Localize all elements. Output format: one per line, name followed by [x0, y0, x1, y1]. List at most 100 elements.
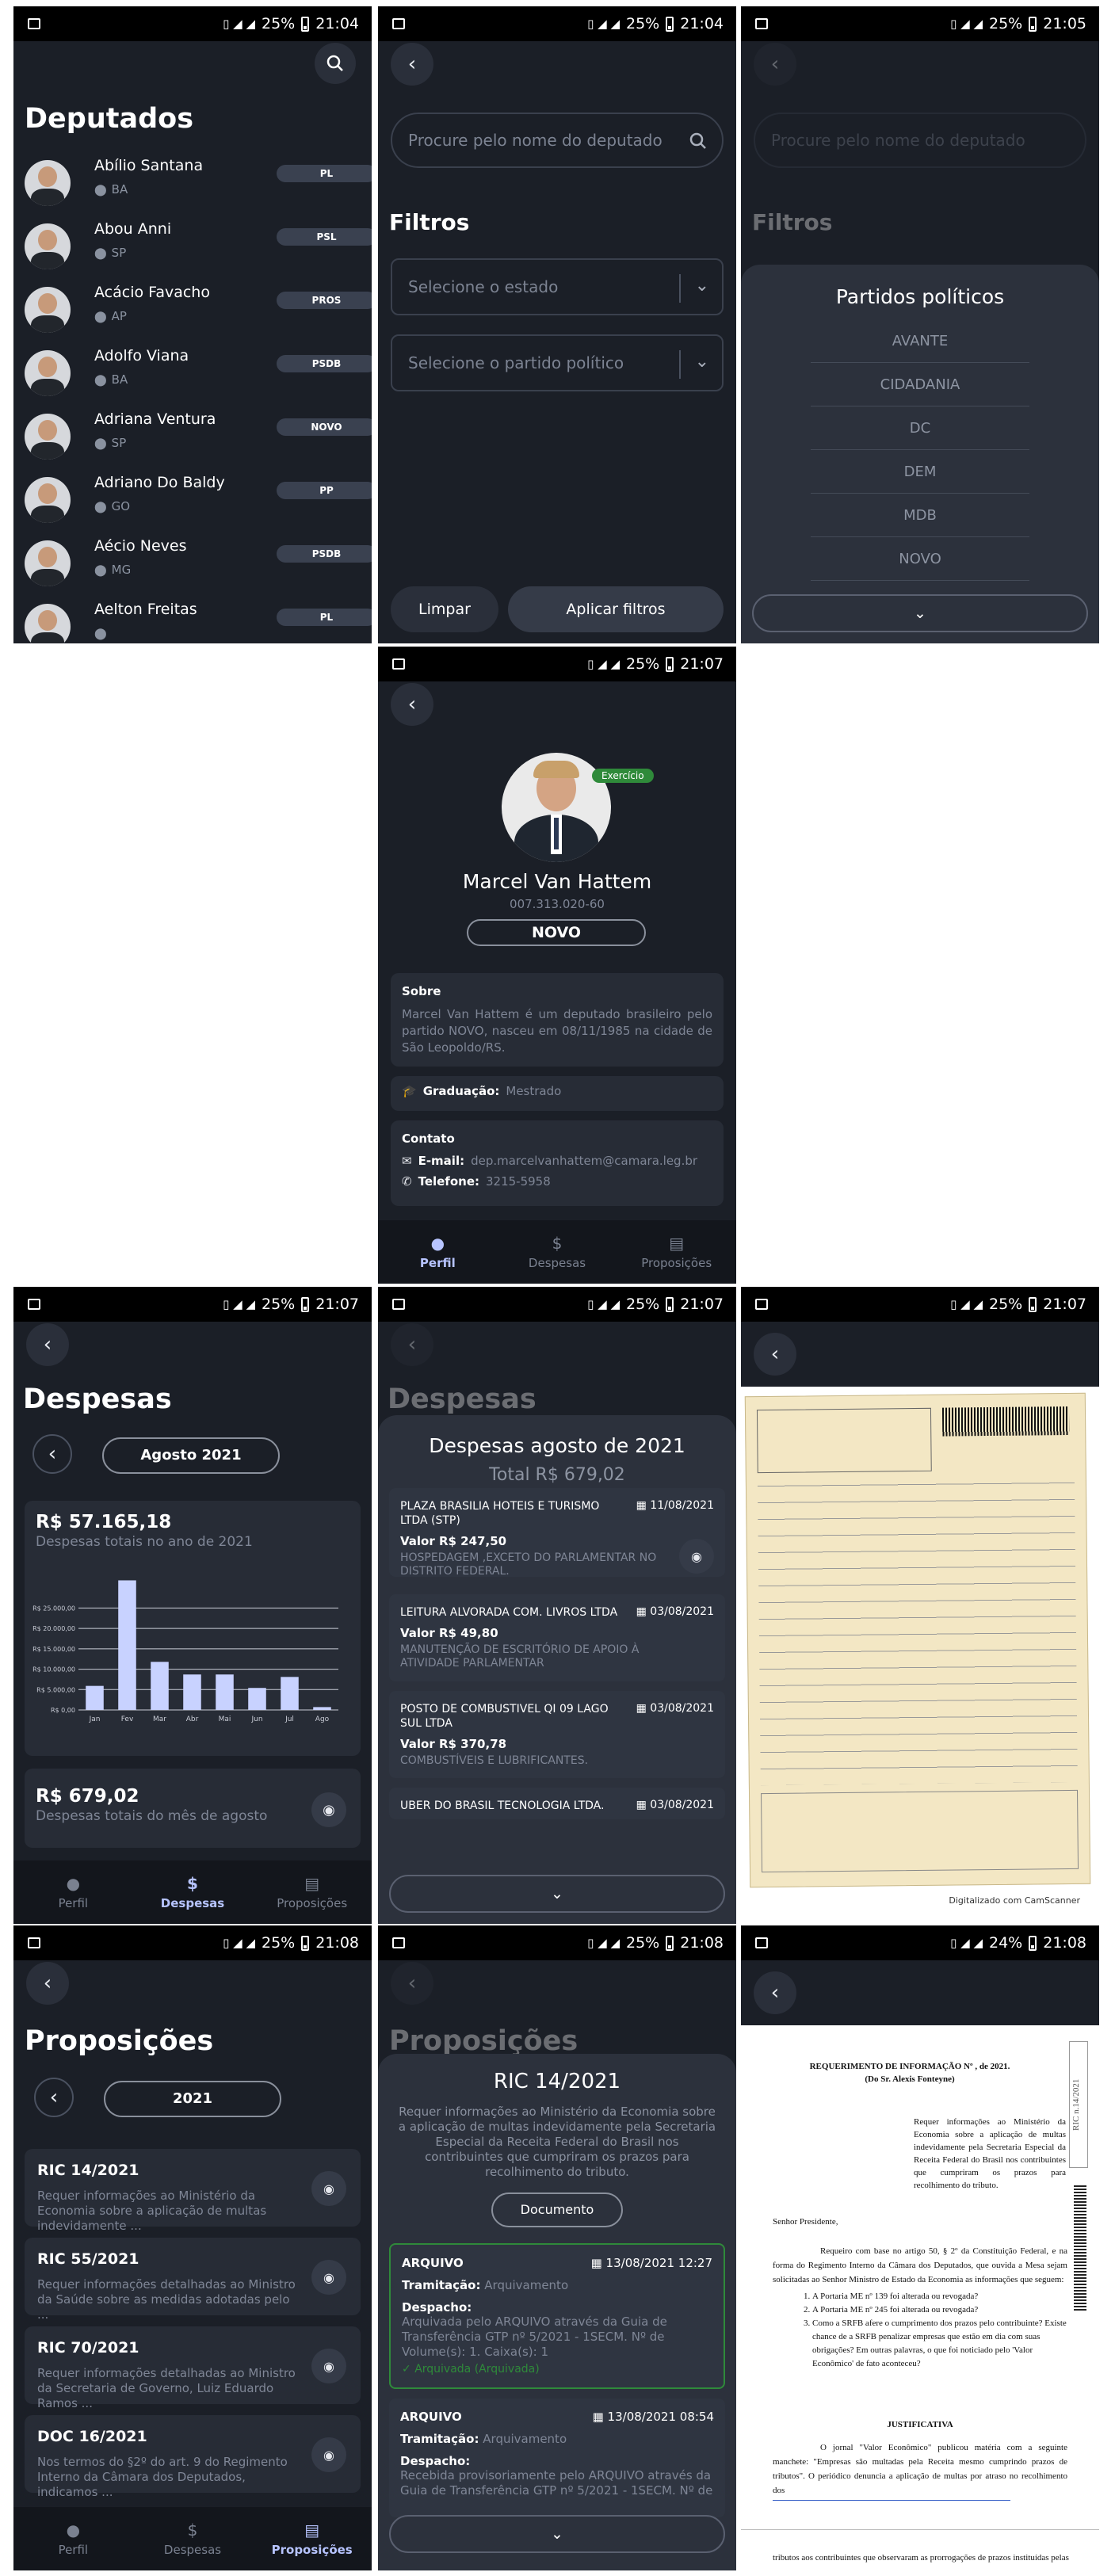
battery-percent: 25% [626, 15, 660, 32]
expense-date-wrap: ▦ 03/08/2021 [636, 1605, 714, 1618]
party-option[interactable]: DEM [811, 450, 1029, 494]
back-button[interactable]: ‹ [754, 43, 796, 86]
view-details-button[interactable]: ◉ [311, 1792, 346, 1827]
close-sheet-button[interactable]: ⌄ [389, 1875, 725, 1913]
back-button[interactable]: ‹ [391, 43, 433, 86]
proposicao-card[interactable]: DOC 16/2021 Nos termos do §2º do art. 9 d… [25, 2415, 361, 2499]
expense-card: UBER DO BRASIL TECNOLOGIA LTDA. ▦ 03/08/2… [389, 1788, 725, 1819]
back-button[interactable]: ‹ [26, 1323, 69, 1366]
tab-despesas[interactable]: $ Despesas [498, 1220, 617, 1284]
list-item[interactable]: Abou Anni ⬤ SP PSL [25, 217, 372, 280]
tab-label: Perfil [58, 1896, 89, 1910]
detail-ementa: Requer informações ao Ministério da Econ… [398, 2105, 716, 2179]
x-tick-label: Mar [153, 1715, 166, 1723]
view-receipt-button[interactable]: ◉ [679, 1539, 714, 1574]
eye-icon: ◉ [323, 2358, 334, 2374]
tab-proposicoes[interactable]: ▤ Proposições [252, 2507, 372, 2570]
list-item[interactable]: Adolfo Viana ⬤ BA PSDB [25, 344, 372, 407]
back-button[interactable]: ‹ [391, 1323, 433, 1366]
proposicao-card[interactable]: RIC 70/2021 Requer informações detalhadas… [25, 2326, 361, 2410]
chevron-down-icon: ⌄ [551, 2525, 563, 2543]
party-option[interactable]: DC [811, 406, 1029, 450]
back-button[interactable]: ‹ [26, 1962, 69, 2005]
apply-filters-button[interactable]: Aplicar filtros [508, 586, 724, 632]
deputy-name: Adolfo Viana [94, 347, 189, 364]
list-item[interactable]: Abílio Santana ⬤ BA PL [25, 154, 372, 217]
proposicao-code: RIC 14/2021 [37, 2162, 139, 2179]
list-item[interactable]: Adriano Do Baldy ⬤ GO PP [25, 471, 372, 534]
view-proposicao-button[interactable]: ◉ [311, 2349, 346, 2383]
search-input[interactable]: Procure pelo nome do deputado [754, 113, 1086, 168]
month-selector[interactable]: Agosto 2021 [102, 1437, 280, 1474]
location-pin-icon: ⬤ [94, 501, 107, 513]
party-badge: PL [277, 609, 372, 626]
tab-proposicoes[interactable]: ▤ Proposições [252, 1860, 372, 1924]
mail-icon: ✉ [402, 1154, 412, 1168]
view-proposicao-button[interactable]: ◉ [311, 2260, 346, 2295]
detail-code: RIC 14/2021 [493, 2070, 621, 2093]
battery-icon [301, 1935, 310, 1951]
status-bar: ▯ ◢ ◢ 25% 21:07 [378, 647, 736, 681]
email-value[interactable]: dep.marcelvanhattem@camara.leg.br [471, 1154, 697, 1168]
state-select[interactable]: Selecione o estado ⌄ [391, 258, 724, 315]
tab-despesas[interactable]: $ Despesas [133, 1860, 253, 1924]
barcode [1074, 2184, 1086, 2311]
search-button[interactable] [315, 43, 356, 84]
tab-bar: ● Perfil $ Despesas ▤ Proposições [378, 1220, 736, 1284]
month-caption: Despesas totais do mês de agosto [36, 1808, 268, 1824]
back-button[interactable]: ‹ [391, 1962, 433, 2005]
proposicao-card[interactable]: RIC 55/2021 Requer informações detalhadas… [25, 2238, 361, 2322]
tab-perfil[interactable]: ● Perfil [13, 2507, 133, 2570]
party-option[interactable]: CIDADANIA [811, 363, 1029, 406]
expense-value: Valor R$ 49,80 [400, 1626, 498, 1640]
list-item[interactable]: Acácio Favacho ⬤ AP PROS [25, 280, 372, 344]
expense-date: 03/08/2021 [650, 1799, 714, 1811]
back-button[interactable]: ‹ [754, 1333, 796, 1376]
prev-month-button[interactable]: ‹ [32, 1434, 72, 1474]
battery-icon [666, 656, 674, 672]
tram-date: 13/08/2021 12:27 [605, 2256, 712, 2270]
clock: 21:08 [680, 1934, 724, 1952]
tramitacao-card: ARQUIVO ▦ 13/08/2021 12:27 Tramitação: A… [389, 2243, 725, 2389]
chevron-down-icon: ⌄ [914, 605, 926, 622]
view-proposicao-button[interactable]: ◉ [311, 2437, 346, 2472]
doc-body: Requeiro com base no artigo 50, § 2º da … [773, 2246, 1067, 2284]
party-option[interactable]: MDB [811, 494, 1029, 537]
year-selector[interactable]: 2021 [104, 2081, 281, 2117]
tab-perfil[interactable]: ● Perfil [13, 1860, 133, 1924]
battery-percent: 25% [989, 1296, 1023, 1313]
search-input[interactable]: Procure pelo nome do deputado [391, 113, 724, 168]
close-sheet-button[interactable]: ⌄ [389, 2515, 725, 2553]
battery-percent: 24% [989, 1934, 1023, 1952]
back-button[interactable]: ‹ [754, 1971, 796, 2014]
state-code: AP [111, 309, 127, 323]
gallery-icon [28, 18, 40, 29]
proposicao-card[interactable]: RIC 14/2021 Requer informações ao Ministé… [25, 2149, 361, 2233]
party-option[interactable]: NOVO [811, 537, 1029, 581]
clear-button[interactable]: Limpar [391, 586, 498, 632]
party-option[interactable]: AVANTE [811, 319, 1029, 363]
battery-percent: 25% [989, 15, 1023, 32]
gallery-icon [392, 1299, 405, 1310]
document-button[interactable]: Documento [491, 2192, 623, 2227]
tab-despesas[interactable]: $ Despesas [133, 2507, 253, 2570]
close-sheet-button[interactable]: ⌄ [752, 594, 1088, 632]
deputy-state: ⬤ BA [94, 182, 128, 197]
view-proposicao-button[interactable]: ◉ [311, 2171, 346, 2206]
list-item[interactable]: Aelton Freitas ⬤ PL [25, 597, 372, 643]
party-select[interactable]: Selecione o partido político ⌄ [391, 334, 724, 391]
deputy-name: Acácio Favacho [94, 284, 210, 301]
doc-link[interactable] [773, 2493, 1010, 2501]
tab-perfil[interactable]: ● Perfil [378, 1220, 498, 1284]
prev-year-button[interactable]: ‹ [34, 2078, 74, 2117]
document-page: REQUERIMENTO DE INFORMAÇÃO Nº , de 2021.… [741, 2025, 1099, 2570]
page-title: Proposições [389, 2025, 579, 2057]
list-item[interactable]: Aécio Neves ⬤ MG PSDB [25, 534, 372, 597]
phone-value[interactable]: 3215-5958 [486, 1174, 551, 1189]
tab-proposicoes[interactable]: ▤ Proposições [617, 1220, 736, 1284]
battery-icon [666, 16, 674, 32]
battery-percent: 25% [626, 1934, 660, 1952]
chevron-down-icon: ⌄ [694, 276, 709, 296]
back-button[interactable]: ‹ [391, 683, 433, 726]
list-item[interactable]: Adriana Ventura ⬤ SP NOVO [25, 407, 372, 471]
